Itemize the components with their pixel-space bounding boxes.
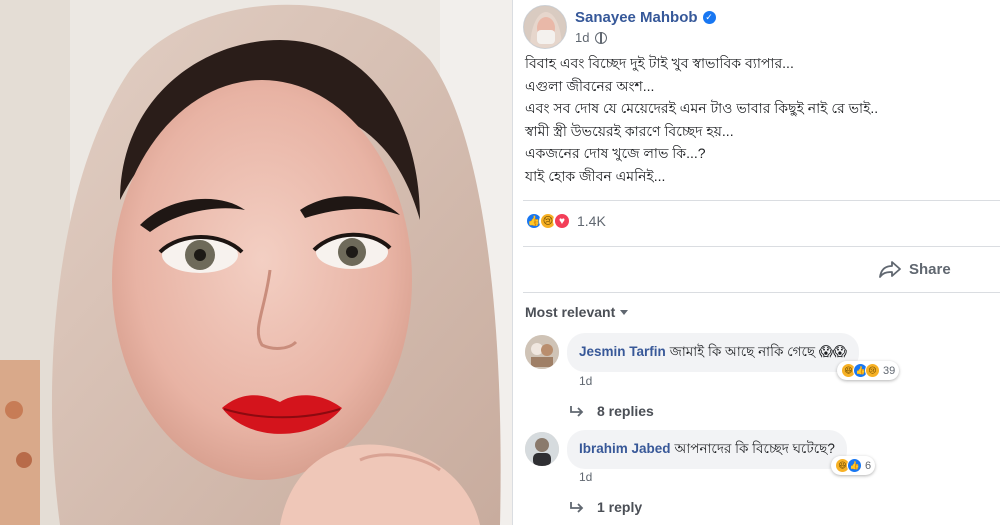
facebook-post: Sanayee Mahbob ✓ 1d বিবাহ এবং বিচ্ছেদ দু…: [512, 0, 1000, 525]
post-line: বিবাহ এবং বিচ্ছেদ দুই টাই খুব স্বাভাবিক …: [525, 55, 794, 71]
post-timestamp[interactable]: 1d: [575, 30, 589, 45]
comment-reactions[interactable]: 😆 👍 😢 39: [837, 361, 900, 380]
reply-arrow-icon: [570, 502, 584, 513]
post-text: বিবাহ এবং বিচ্ছেদ দুই টাই খুব স্বাভাবিক …: [525, 52, 995, 187]
view-replies-link[interactable]: 8 replies: [569, 403, 654, 419]
comment-reactions[interactable]: 😆 👍 6: [831, 456, 876, 475]
divider: [523, 200, 1000, 201]
reaction-count: 1.4K: [577, 213, 606, 229]
share-label: Share: [909, 260, 951, 278]
comment-sort-dropdown[interactable]: Most relevant: [525, 304, 629, 320]
post-line: একজনের দোষ খুজে লাভ কি...?: [525, 145, 706, 161]
portrait-image: [0, 0, 512, 525]
sad-reaction-icon: 😢: [865, 363, 880, 378]
commenter-name[interactable]: Jesmin Tarfin: [579, 344, 666, 359]
commenter-avatar[interactable]: [525, 335, 559, 369]
share-button[interactable]: Share: [879, 260, 951, 278]
divider: [523, 246, 1000, 247]
comment-reaction-count: 6: [865, 459, 872, 472]
sort-label: Most relevant: [525, 304, 616, 320]
like-reaction-icon: 👍: [847, 458, 862, 473]
post-photo[interactable]: [0, 0, 512, 525]
author-avatar[interactable]: [523, 5, 567, 49]
verified-icon: ✓: [702, 11, 716, 24]
love-reaction-icon: ♥: [553, 212, 571, 230]
post-line: যাই হোক জীবন এমনিই...: [525, 167, 666, 184]
divider: [523, 292, 1000, 293]
privacy-globe-icon: [595, 31, 608, 44]
share-icon: [879, 261, 901, 278]
caret-down-icon: [620, 309, 629, 315]
replies-label: 1 reply: [597, 499, 643, 515]
reply-arrow-icon: [570, 406, 584, 417]
reactions-summary[interactable]: 👍 😢 ♥ 1.4K: [525, 212, 606, 230]
comment-reaction-count: 39: [883, 364, 896, 377]
post-line: এগুলা জীবনের অংশ...: [525, 77, 655, 94]
commenter-name[interactable]: Ibrahim Jabed: [579, 441, 671, 456]
comment-bubble: Ibrahim Jabed আপনাদের কি বিচ্ছেদ ঘটেছে?: [567, 430, 847, 469]
comment-timestamp[interactable]: 1d: [579, 374, 592, 388]
comment-text: জামাই কি আছে নাকি গেছে 😱😱: [669, 344, 847, 359]
view-replies-link[interactable]: 1 reply: [569, 499, 642, 515]
post-line: স্বামী স্ত্রী উভয়েরই কারণে বিচ্ছেদ হয়.…: [525, 122, 734, 139]
author-name[interactable]: Sanayee Mahbob: [575, 9, 698, 26]
post-line: এবং সব দোষ যে মেয়েদেরই এমন টাও ভাবার কি…: [525, 100, 879, 116]
post-header: Sanayee Mahbob ✓ 1d: [523, 4, 716, 50]
comment-timestamp[interactable]: 1d: [579, 470, 592, 484]
comment-text: আপনাদের কি বিচ্ছেদ ঘটেছে?: [674, 441, 835, 456]
commenter-avatar[interactable]: [525, 432, 559, 466]
comment-bubble: Jesmin Tarfin জামাই কি আছে নাকি গেছে 😱😱: [567, 333, 859, 372]
replies-label: 8 replies: [597, 403, 654, 419]
